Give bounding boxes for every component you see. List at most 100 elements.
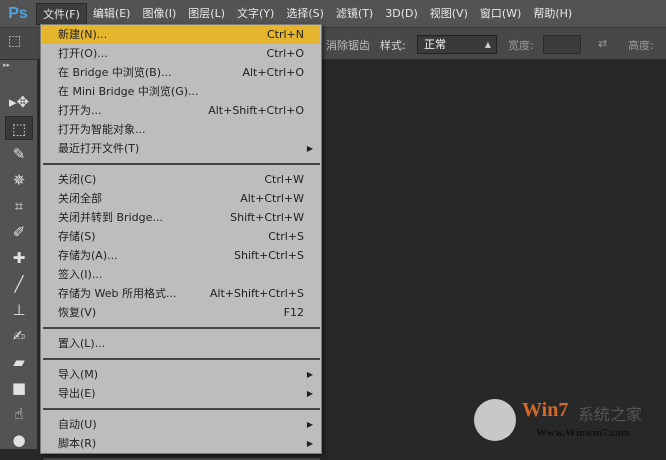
menu-item-shortcut: F12 — [283, 306, 304, 319]
menu-item-label: 置入(L)... — [58, 337, 106, 350]
eyedropper-tool-icon[interactable]: ✐ — [5, 220, 33, 244]
chevron-updown-icon: ▲ — [484, 40, 491, 49]
menu-10[interactable]: 帮助(H) — [527, 3, 578, 25]
move-tool-icon[interactable]: ▸✥ — [5, 90, 33, 114]
menu-4[interactable]: 文字(Y) — [231, 3, 280, 25]
healing-tool-icon[interactable]: ✚ — [5, 246, 33, 270]
submenu-arrow-icon: ▶ — [306, 370, 313, 379]
menu-item-shortcut: Alt+Shift+Ctrl+S — [209, 287, 304, 300]
height-label: 高度: — [628, 39, 654, 52]
photoshop-logo: Ps — [8, 4, 28, 22]
collapse-icon[interactable]: ▸▸ — [3, 61, 10, 69]
menu-item[interactable]: 打开(O)... Ctrl+O — [42, 44, 320, 63]
menu-item-label: 导入(M) — [58, 368, 99, 381]
submenu-arrow-icon: ▶ — [306, 439, 313, 448]
menu-item[interactable]: 导入(M) ▶ — [42, 365, 320, 384]
magic-wand-tool-icon[interactable]: ✵ — [5, 168, 33, 192]
lasso-tool-icon[interactable]: ✎ — [5, 142, 33, 166]
stamp-tool-icon[interactable]: ⊥ — [5, 298, 33, 322]
menu-item-shortcut: Shift+Ctrl+S — [234, 249, 304, 262]
menu-item-shortcut: Alt+Shift+Ctrl+O — [208, 104, 304, 117]
style-select[interactable]: 正常 ▲ — [417, 35, 497, 54]
menu-item-shortcut: Ctrl+N — [266, 28, 304, 41]
menu-item-label: 导出(E) — [58, 387, 96, 400]
rect-marquee-tool-icon[interactable]: ⬚ — [5, 116, 33, 140]
file-menu: 新建(N)... Ctrl+N 打开(O)... Ctrl+O 在 Bridge 中浏览… — [40, 24, 322, 460]
menu-item[interactable]: 在 Mini Bridge 中浏览(G)... — [42, 82, 320, 101]
menu-item-shortcut: Alt+Ctrl+W — [240, 192, 304, 205]
eraser-tool-icon[interactable]: ▰ — [5, 350, 33, 374]
history-brush-tool-icon[interactable]: ✍ — [5, 324, 33, 348]
menu-item[interactable]: 新建(N)... Ctrl+N — [42, 25, 320, 44]
crop-tool-icon[interactable]: ⌗ — [5, 194, 33, 218]
watermark-brand: Win7 — [522, 399, 569, 421]
submenu-arrow-icon: ▶ — [306, 389, 313, 398]
tools-panel: ▸▸ ▸✥ ⬚ ✎ ✵ ⌗ ✐ ✚ ╱ ⊥ ✍ ▰ ■ ☝ ● — [0, 60, 38, 449]
menu-item-label: 最近打开文件(T) — [58, 142, 140, 155]
style-label: 样式: — [380, 39, 406, 52]
menu-item[interactable]: 脚本(R) ▶ — [42, 434, 320, 453]
menu-item-label: 打开为... — [58, 104, 102, 117]
menu-separator — [43, 163, 320, 165]
gradient-tool-icon[interactable]: ■ — [5, 376, 33, 400]
submenu-arrow-icon: ▶ — [306, 420, 313, 429]
antialias-checkbox-label[interactable]: 消除锯齿 — [326, 37, 370, 53]
menu-1[interactable]: 编辑(E) — [87, 3, 137, 25]
watermark-url: Www.Winwin7.com — [536, 427, 630, 439]
menu-item-shortcut: Shift+Ctrl+W — [230, 211, 304, 224]
width-label: 宽度: — [508, 39, 534, 52]
menu-5[interactable]: 选择(S) — [280, 3, 330, 25]
menu-item-label: 关闭全部 — [58, 192, 102, 205]
menu-item[interactable]: 置入(L)... — [42, 334, 320, 353]
menu-2[interactable]: 图像(I) — [136, 3, 182, 25]
menu-item-shortcut: Ctrl+S — [268, 230, 304, 243]
menu-item-label: 存储为 Web 所用格式... — [58, 287, 177, 300]
watermark-brand-cn: 系统之家 — [578, 405, 643, 424]
dodge-tool-icon[interactable]: ● — [5, 428, 33, 452]
menu-item[interactable]: 打开为智能对象... — [42, 120, 320, 139]
menu-item-label: 新建(N)... — [58, 28, 108, 41]
marquee-icon[interactable]: ⬚ — [8, 33, 21, 49]
menu-item[interactable]: 存储为 Web 所用格式... Alt+Shift+Ctrl+S — [42, 284, 320, 303]
menu-item[interactable]: 恢复(V) F12 — [42, 303, 320, 322]
menu-0[interactable]: 文件(F) — [36, 2, 87, 25]
menu-item[interactable]: 存储(S) Ctrl+S — [42, 227, 320, 246]
menu-item-label: 恢复(V) — [58, 306, 97, 319]
windows-logo-icon — [474, 399, 516, 441]
menu-6[interactable]: 滤镜(T) — [330, 3, 379, 25]
menu-item-label: 关闭并转到 Bridge... — [58, 211, 163, 224]
menu-3[interactable]: 图层(L) — [182, 3, 231, 25]
menu-item-label: 存储(S) — [58, 230, 96, 243]
menu-item[interactable]: 存储为(A)... Shift+Ctrl+S — [42, 246, 320, 265]
menu-item[interactable]: 关闭(C) Ctrl+W — [42, 170, 320, 189]
swap-icon[interactable]: ⇄ — [598, 37, 607, 50]
menu-item-label: 在 Bridge 中浏览(B)... — [58, 66, 172, 79]
menu-item-label: 打开(O)... — [58, 47, 108, 60]
menu-item-label: 打开为智能对象... — [58, 123, 146, 136]
width-input[interactable] — [543, 35, 581, 54]
smudge-tool-icon[interactable]: ☝ — [5, 402, 33, 426]
menu-bar: Ps 文件(F) 编辑(E) 图像(I) 图层(L) 文字(Y) 选择(S) 滤镜(T) 3D… — [0, 0, 666, 27]
brush-tool-icon[interactable]: ╱ — [5, 272, 33, 296]
menu-7[interactable]: 3D(D) — [379, 3, 424, 25]
menu-item-label: 关闭(C) — [58, 173, 97, 186]
menu-separator — [43, 358, 320, 360]
menu-item[interactable]: 最近打开文件(T) ▶ — [42, 139, 320, 158]
menu-separator — [43, 327, 320, 329]
menu-item-label: 在 Mini Bridge 中浏览(G)... — [58, 85, 199, 98]
menu-item[interactable]: 自动(U) ▶ — [42, 415, 320, 434]
menu-item[interactable]: 在 Bridge 中浏览(B)... Alt+Ctrl+O — [42, 63, 320, 82]
menu-item[interactable]: 打开为... Alt+Shift+Ctrl+O — [42, 101, 320, 120]
menu-8[interactable]: 视图(V) — [424, 3, 474, 25]
menu-item[interactable]: 签入(I)... — [42, 265, 320, 284]
menu-item[interactable]: 关闭并转到 Bridge... Shift+Ctrl+W — [42, 208, 320, 227]
menu-item[interactable]: 导出(E) ▶ — [42, 384, 320, 403]
menu-item-shortcut: Ctrl+W — [264, 173, 304, 186]
menu-item-label: 脚本(R) — [58, 437, 97, 450]
menu-item[interactable]: 关闭全部 Alt+Ctrl+W — [42, 189, 320, 208]
menu-item-label: 存储为(A)... — [58, 249, 118, 262]
submenu-arrow-icon: ▶ — [306, 144, 313, 153]
menu-item-shortcut: Ctrl+O — [266, 47, 304, 60]
menu-9[interactable]: 窗口(W) — [474, 3, 527, 25]
menu-item-label: 签入(I)... — [58, 268, 103, 281]
